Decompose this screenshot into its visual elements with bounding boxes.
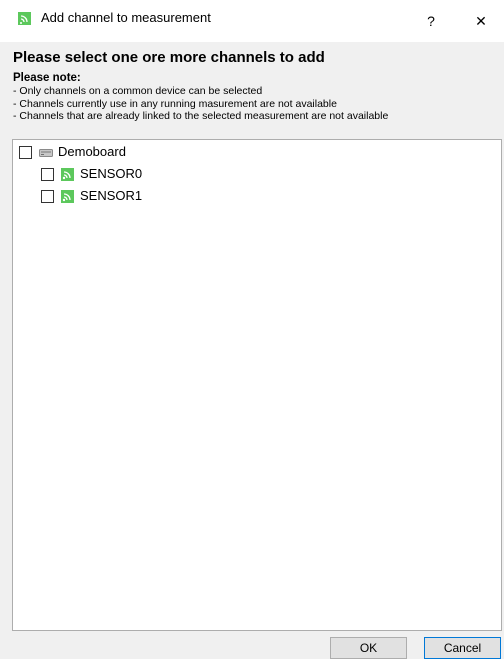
device-board-icon [39, 146, 53, 159]
sensor1-checkbox[interactable] [41, 189, 54, 203]
add-channel-dialog: Add channel to measurement ? ✕ Please se… [0, 0, 504, 659]
tree-node-demoboard[interactable]: Demoboard [19, 141, 126, 163]
tree-node-label: SENSOR0 [80, 166, 143, 181]
page-title: Please select one ore more channels to a… [13, 49, 325, 66]
tree-node-sensor0[interactable]: SENSOR0 [41, 163, 142, 185]
channel-tree[interactable]: Demoboard SENSOR0 SENSOR1 [12, 139, 502, 631]
sensor-signal-icon [61, 189, 74, 203]
tree-node-sensor1[interactable]: SENSOR1 [41, 185, 142, 207]
help-button[interactable]: ? [408, 0, 454, 42]
note-item: - Only channels on a common device can b… [13, 85, 263, 97]
sensor-signal-icon [18, 12, 31, 25]
ok-button[interactable]: OK [330, 637, 407, 659]
tree-node-label: SENSOR1 [80, 188, 143, 203]
note-heading: Please note: [13, 72, 81, 84]
note-item: - Channels currently use in any running … [13, 97, 337, 110]
title-bar: Add channel to measurement ? ✕ [0, 0, 504, 42]
close-button[interactable]: ✕ [458, 0, 504, 42]
notes-list: - Only channels on a common device can b… [13, 85, 388, 123]
window-title: Add channel to measurement [41, 10, 211, 25]
note-item: - Channels that are already linked to th… [13, 110, 389, 122]
tree-node-label: Demoboard [58, 144, 126, 159]
sensor0-checkbox[interactable] [41, 167, 54, 181]
cancel-button[interactable]: Cancel [424, 637, 501, 659]
demoboard-checkbox[interactable] [19, 145, 32, 159]
sensor-signal-icon [61, 167, 74, 181]
